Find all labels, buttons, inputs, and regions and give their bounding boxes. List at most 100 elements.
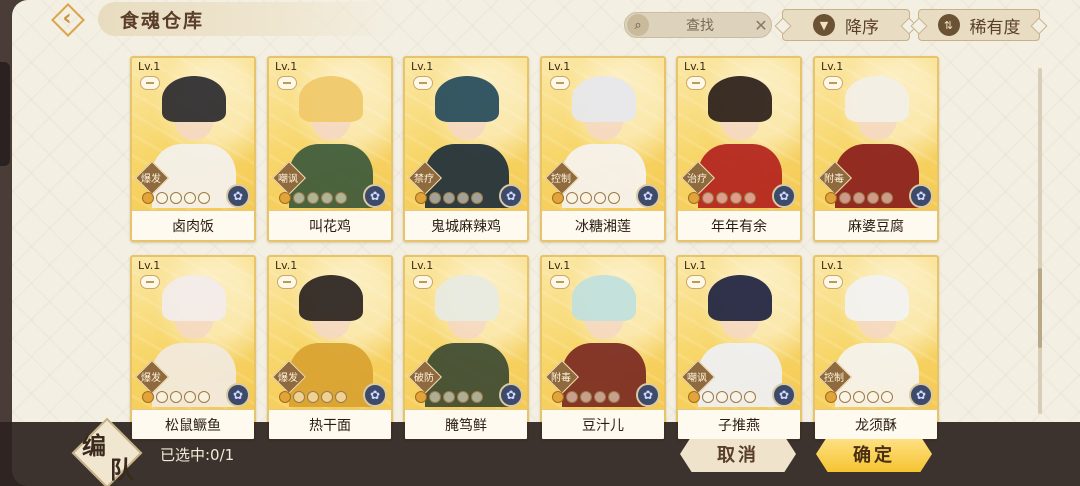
star-icon xyxy=(608,391,620,403)
portrait-hair xyxy=(299,76,363,122)
star-icon xyxy=(825,391,837,403)
role-badge: 附毒 xyxy=(819,162,849,192)
element-icon: ✿ xyxy=(636,184,660,208)
element-icon: ✿ xyxy=(772,383,796,407)
portrait-hair xyxy=(708,275,772,321)
card-level: Lv.1 xyxy=(548,60,571,73)
character-card[interactable]: Lv.1 爆发 ✿ 松鼠鳜鱼 xyxy=(130,255,256,441)
star-icon xyxy=(198,391,210,403)
star-icon xyxy=(853,192,865,204)
star-icon xyxy=(566,391,578,403)
character-card[interactable]: Lv.1 禁疗 ✿ 鬼城麻辣鸡 xyxy=(403,56,529,242)
portrait-hair xyxy=(845,275,909,321)
chat-bubble-icon xyxy=(823,275,843,289)
role-label: 附毒 xyxy=(824,173,844,185)
element-icon: ✿ xyxy=(499,383,523,407)
role-label: 控制 xyxy=(551,173,571,185)
star-icon xyxy=(184,192,196,204)
star-icon xyxy=(867,192,879,204)
star-icon xyxy=(566,192,578,204)
character-card[interactable]: Lv.1 附毒 ✿ 豆汁儿 xyxy=(540,255,666,441)
card-level: Lv.1 xyxy=(821,259,844,272)
portrait-hair xyxy=(572,275,636,321)
role-badge: 爆发 xyxy=(273,361,303,391)
portrait-hair xyxy=(162,76,226,122)
search-input[interactable]: ⌕ 查找 ✕ xyxy=(624,12,772,38)
scrollbar-thumb[interactable] xyxy=(1038,268,1042,348)
confirm-button[interactable]: 确定 xyxy=(816,436,932,472)
role-label: 控制 xyxy=(824,372,844,384)
star-rating xyxy=(825,192,893,204)
sort-order-button[interactable]: ▼ 降序 xyxy=(782,9,910,41)
card-name: 子推燕 xyxy=(678,409,800,439)
star-icon xyxy=(307,192,319,204)
close-icon[interactable]: ✕ xyxy=(751,16,771,35)
element-icon: ✿ xyxy=(772,184,796,208)
card-name: 年年有余 xyxy=(678,210,800,240)
star-icon xyxy=(321,391,333,403)
star-icon xyxy=(198,192,210,204)
selected-count: 已选中:0/1 xyxy=(160,446,235,464)
star-icon xyxy=(867,391,879,403)
star-rating xyxy=(415,391,483,403)
card-name: 叫花鸡 xyxy=(269,210,391,240)
card-level: Lv.1 xyxy=(548,259,571,272)
star-icon xyxy=(170,192,182,204)
element-icon: ✿ xyxy=(636,383,660,407)
character-card[interactable]: Lv.1 附毒 ✿ 麻婆豆腐 xyxy=(813,56,939,242)
role-badge: 治疗 xyxy=(682,162,712,192)
star-icon xyxy=(839,192,851,204)
card-name: 腌笃鲜 xyxy=(405,409,527,439)
star-icon xyxy=(457,192,469,204)
star-icon xyxy=(279,391,291,403)
card-level: Lv.1 xyxy=(684,60,707,73)
card-level: Lv.1 xyxy=(411,259,434,272)
side-handle[interactable] xyxy=(0,62,10,166)
star-icon xyxy=(293,192,305,204)
star-icon xyxy=(702,391,714,403)
star-rating xyxy=(552,192,620,204)
star-icon xyxy=(279,192,291,204)
role-badge: 爆发 xyxy=(136,361,166,391)
back-button[interactable]: ‹ xyxy=(42,4,92,32)
star-icon xyxy=(184,391,196,403)
star-icon xyxy=(688,192,700,204)
character-card[interactable]: Lv.1 爆发 ✿ 热干面 xyxy=(267,255,393,441)
role-label: 嘲讽 xyxy=(687,372,707,384)
character-card[interactable]: Lv.1 嘲讽 ✿ 子推燕 xyxy=(676,255,802,441)
star-icon xyxy=(730,391,742,403)
sort-rarity-button[interactable]: ⇅ 稀有度 xyxy=(918,9,1040,41)
scrollbar[interactable] xyxy=(1038,68,1042,414)
portrait-hair xyxy=(708,76,772,122)
role-label: 爆发 xyxy=(141,173,161,185)
star-icon xyxy=(853,391,865,403)
chat-bubble-icon xyxy=(686,76,706,90)
star-icon xyxy=(471,192,483,204)
role-label: 治疗 xyxy=(687,173,707,185)
cancel-button[interactable]: 取消 xyxy=(680,436,796,472)
character-card[interactable]: Lv.1 爆发 ✿ 卤肉饭 xyxy=(130,56,256,242)
star-rating xyxy=(279,391,347,403)
card-name: 松鼠鳜鱼 xyxy=(132,409,254,439)
element-icon: ✿ xyxy=(909,184,933,208)
portrait-hair xyxy=(299,275,363,321)
star-icon xyxy=(457,391,469,403)
star-icon xyxy=(335,192,347,204)
back-arrow-icon: ‹ xyxy=(62,5,72,31)
role-badge: 附毒 xyxy=(546,361,576,391)
role-badge: 嘲讽 xyxy=(273,162,303,192)
character-card[interactable]: Lv.1 治疗 ✿ 年年有余 xyxy=(676,56,802,242)
star-icon xyxy=(429,192,441,204)
star-icon xyxy=(156,391,168,403)
chat-bubble-icon xyxy=(550,76,570,90)
character-card[interactable]: Lv.1 嘲讽 ✿ 叫花鸡 xyxy=(267,56,393,242)
character-card[interactable]: Lv.1 破防 ✿ 腌笃鲜 xyxy=(403,255,529,441)
character-card[interactable]: Lv.1 控制 ✿ 冰糖湘莲 xyxy=(540,56,666,242)
star-icon xyxy=(552,391,564,403)
star-rating xyxy=(142,192,210,204)
character-card[interactable]: Lv.1 控制 ✿ 龙须酥 xyxy=(813,255,939,441)
star-icon xyxy=(307,391,319,403)
card-name: 卤肉饭 xyxy=(132,210,254,240)
star-icon xyxy=(702,192,714,204)
role-label: 附毒 xyxy=(551,372,571,384)
